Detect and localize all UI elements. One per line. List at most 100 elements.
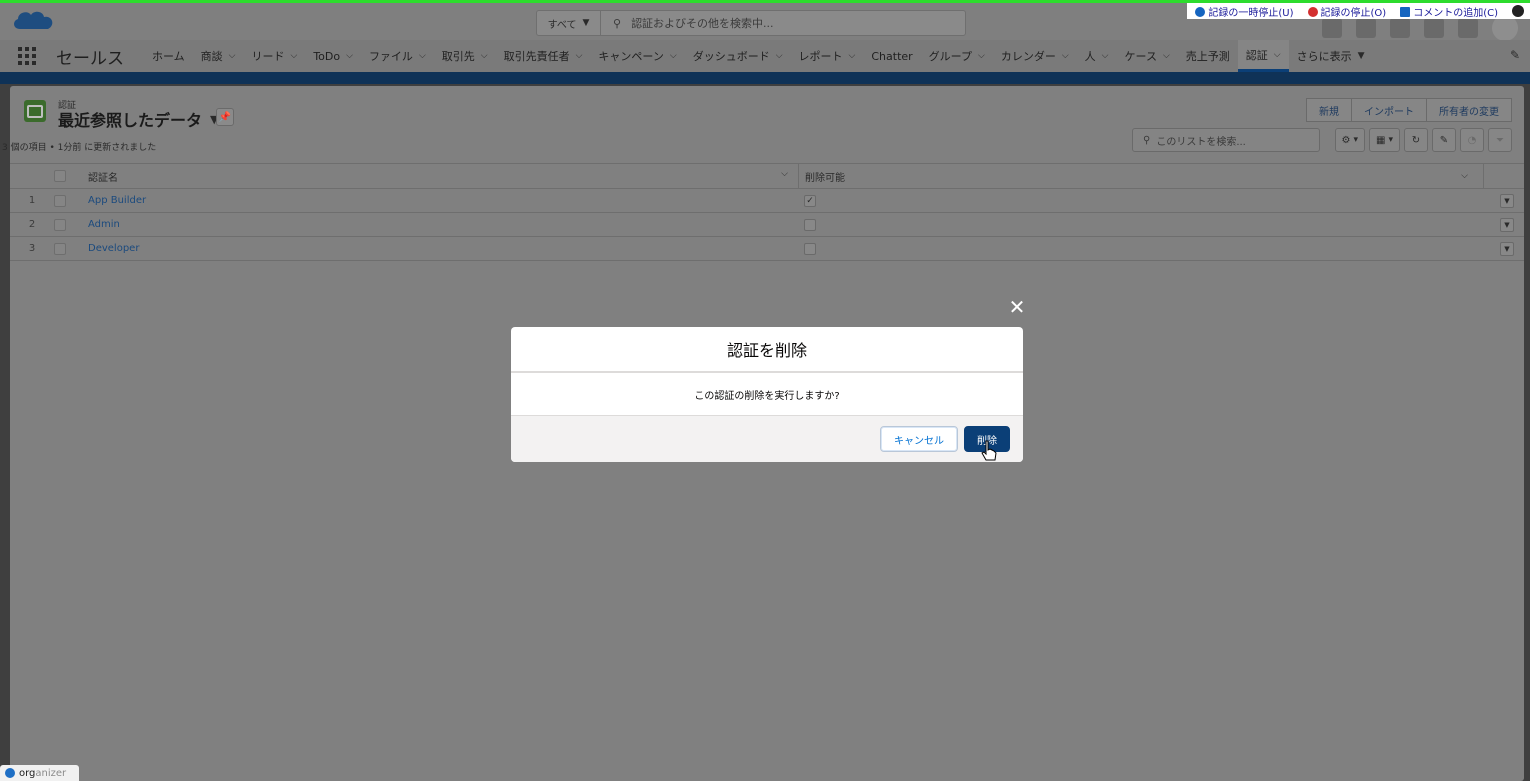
organizer-widget[interactable]: org anizer	[0, 765, 79, 781]
record-link[interactable]: Developer	[88, 243, 139, 254]
favorites-icon[interactable]	[1322, 18, 1342, 38]
list-view-selector[interactable]: 最近参照したデータ ▼	[58, 107, 218, 131]
inline-edit-button[interactable]: ✎	[1432, 128, 1456, 152]
change-owner-button[interactable]: 所有者の変更	[1427, 98, 1512, 122]
new-button[interactable]: 新規	[1306, 98, 1352, 122]
row-select-checkbox[interactable]	[54, 194, 66, 207]
nav-more-button[interactable]: さらに表示 ▼	[1289, 40, 1373, 72]
list-settings-button[interactable]: ⚙ ▾	[1334, 128, 1366, 152]
notifications-icon[interactable]	[1458, 18, 1478, 38]
nav-item-9[interactable]: レポート ⌵	[791, 40, 864, 72]
list-search-input[interactable]: ⚲ このリストを検索...	[1132, 128, 1320, 152]
nav-item-2[interactable]: リード ⌵	[244, 40, 306, 72]
chevron-down-icon[interactable]: ⌵	[419, 51, 426, 61]
chevron-down-icon[interactable]: ⌵	[229, 51, 236, 61]
record-link[interactable]: Admin	[88, 219, 120, 230]
settings-icon[interactable]	[1424, 18, 1444, 38]
nav-item-8[interactable]: ダッシュボード ⌵	[685, 40, 791, 72]
row-actions-menu[interactable]: ▼	[1500, 193, 1514, 208]
select-all-checkbox[interactable]	[54, 170, 66, 182]
caret-down-icon: ▾	[1353, 135, 1359, 145]
caret-down-icon: ▾	[1388, 135, 1393, 145]
nav-item-10[interactable]: Chatter	[863, 40, 920, 72]
chevron-down-icon[interactable]: ⌵	[776, 51, 783, 61]
chevron-down-icon[interactable]: ⌵	[978, 51, 985, 61]
recorder-toolbar: 記録の一時停止(U) 記録の停止(O) コメントの追加(C)	[1187, 3, 1530, 19]
search-input[interactable]: ⚲ 認証およびその他を検索中...	[601, 15, 965, 31]
app-launcher-icon[interactable]	[18, 46, 42, 66]
chevron-down-icon[interactable]: ⌵	[1062, 51, 1069, 61]
help-icon[interactable]	[1390, 18, 1410, 38]
nav-item-4[interactable]: ファイル ⌵	[361, 40, 434, 72]
salesforce-logo[interactable]	[10, 7, 58, 37]
add-comment-button[interactable]: コメントの追加(C)	[1400, 4, 1498, 19]
table-row: 2 Admin ▼	[10, 213, 1524, 237]
add-icon[interactable]	[1356, 18, 1376, 38]
chevron-down-icon[interactable]: ⌵	[576, 51, 583, 61]
record-link[interactable]: App Builder	[88, 195, 146, 206]
nav-item-1[interactable]: 商談 ⌵	[193, 40, 244, 72]
chevron-down-icon[interactable]: ⌵	[781, 169, 788, 184]
row-select-checkbox[interactable]	[54, 218, 66, 231]
pin-icon[interactable]: 📌	[216, 108, 234, 126]
pause-icon	[1195, 6, 1206, 17]
nav-item-11[interactable]: グループ ⌵	[921, 40, 993, 72]
deletable-checkbox: ✓	[804, 194, 816, 207]
nav-item-16[interactable]: 認証 ⌵	[1237, 40, 1289, 72]
chevron-down-icon[interactable]: ⌵	[670, 51, 677, 61]
nav-item-6[interactable]: 取引先責任者 ⌵	[496, 40, 591, 72]
chart-icon: ◔	[1467, 134, 1477, 146]
chevron-down-icon[interactable]: ⌵	[346, 51, 353, 61]
hand-cursor-icon	[981, 440, 997, 461]
app-name: セールス	[56, 48, 124, 69]
nav-item-7[interactable]: キャンペーン ⌵	[590, 40, 684, 72]
row-actions-menu[interactable]: ▼	[1500, 217, 1514, 232]
stop-recording-button[interactable]: 記録の停止(O)	[1307, 4, 1386, 19]
pencil-icon: ✎	[1439, 134, 1449, 146]
import-button[interactable]: インポート	[1352, 98, 1427, 122]
nav-item-15[interactable]: 売上予測	[1178, 40, 1238, 72]
column-header-deletable[interactable]: 削除可能 ⌵	[798, 164, 1478, 188]
help-icon[interactable]	[1512, 5, 1524, 17]
search-scope-select[interactable]: すべて ▼	[537, 11, 601, 35]
row-actions-menu[interactable]: ▼	[1500, 241, 1514, 256]
search-icon: ⚲	[613, 16, 622, 30]
stop-icon	[1307, 6, 1318, 17]
row-select-checkbox[interactable]	[54, 242, 66, 255]
nav-item-0[interactable]: ホーム	[144, 40, 193, 72]
table-header-row: 認証名 ⌵ 削除可能 ⌵	[10, 163, 1524, 189]
chevron-down-icon[interactable]: ⌵	[849, 51, 856, 61]
nav-item-13[interactable]: 人 ⌵	[1077, 40, 1117, 72]
chevron-down-icon[interactable]: ⌵	[481, 51, 488, 61]
column-header-name[interactable]: 認証名 ⌵	[88, 169, 798, 184]
chevron-down-icon[interactable]: ⌵	[291, 51, 298, 61]
filter-icon: ⏷	[1496, 134, 1504, 146]
list-subtitle: 3 個の項目 • 1分前 に更新されました	[2, 143, 157, 153]
deletable-checkbox	[804, 242, 816, 255]
nav-item-12[interactable]: カレンダー ⌵	[993, 40, 1077, 72]
chevron-down-icon[interactable]: ⌵	[1461, 171, 1468, 181]
chart-button[interactable]: ◔	[1460, 128, 1484, 152]
nav-band	[0, 72, 1530, 84]
deletable-checkbox	[804, 218, 816, 231]
filter-button[interactable]: ⏷	[1488, 128, 1512, 152]
cancel-button[interactable]: キャンセル	[880, 426, 958, 452]
row-number: 1	[28, 195, 36, 206]
refresh-icon: ↻	[1411, 134, 1421, 146]
app-nav-bar: セールス ホーム 商談 ⌵ リード ⌵ ToDo ⌵ ファイル ⌵ 取引先 ⌵ 取引先責任者 ⌵ キャンペ…	[0, 40, 1530, 72]
pause-recording-button[interactable]: 記録の一時停止(U)	[1195, 4, 1294, 19]
nav-items: ホーム 商談 ⌵ リード ⌵ ToDo ⌵ ファイル ⌵ 取引先 ⌵ 取引先責任者 ⌵ キャンペーン ⌵ ダッ…	[144, 40, 1289, 72]
edit-nav-icon[interactable]: ✎	[1510, 48, 1520, 62]
table-row: 3 Developer ▼	[10, 237, 1524, 261]
global-search[interactable]: すべて ▼ ⚲ 認証およびその他を検索中...	[536, 10, 966, 36]
refresh-button[interactable]: ↻	[1404, 128, 1428, 152]
close-icon[interactable]: ✕	[1007, 297, 1027, 317]
nav-item-5[interactable]: 取引先 ⌵	[434, 40, 496, 72]
modal-title: 認証を削除	[511, 327, 1023, 373]
display-as-button[interactable]: ▦ ▾	[1369, 128, 1400, 152]
chevron-down-icon[interactable]: ⌵	[1163, 51, 1170, 61]
chevron-down-icon[interactable]: ⌵	[1274, 50, 1281, 60]
nav-item-3[interactable]: ToDo ⌵	[305, 40, 361, 72]
chevron-down-icon[interactable]: ⌵	[1102, 51, 1109, 61]
nav-item-14[interactable]: ケース ⌵	[1117, 40, 1178, 72]
